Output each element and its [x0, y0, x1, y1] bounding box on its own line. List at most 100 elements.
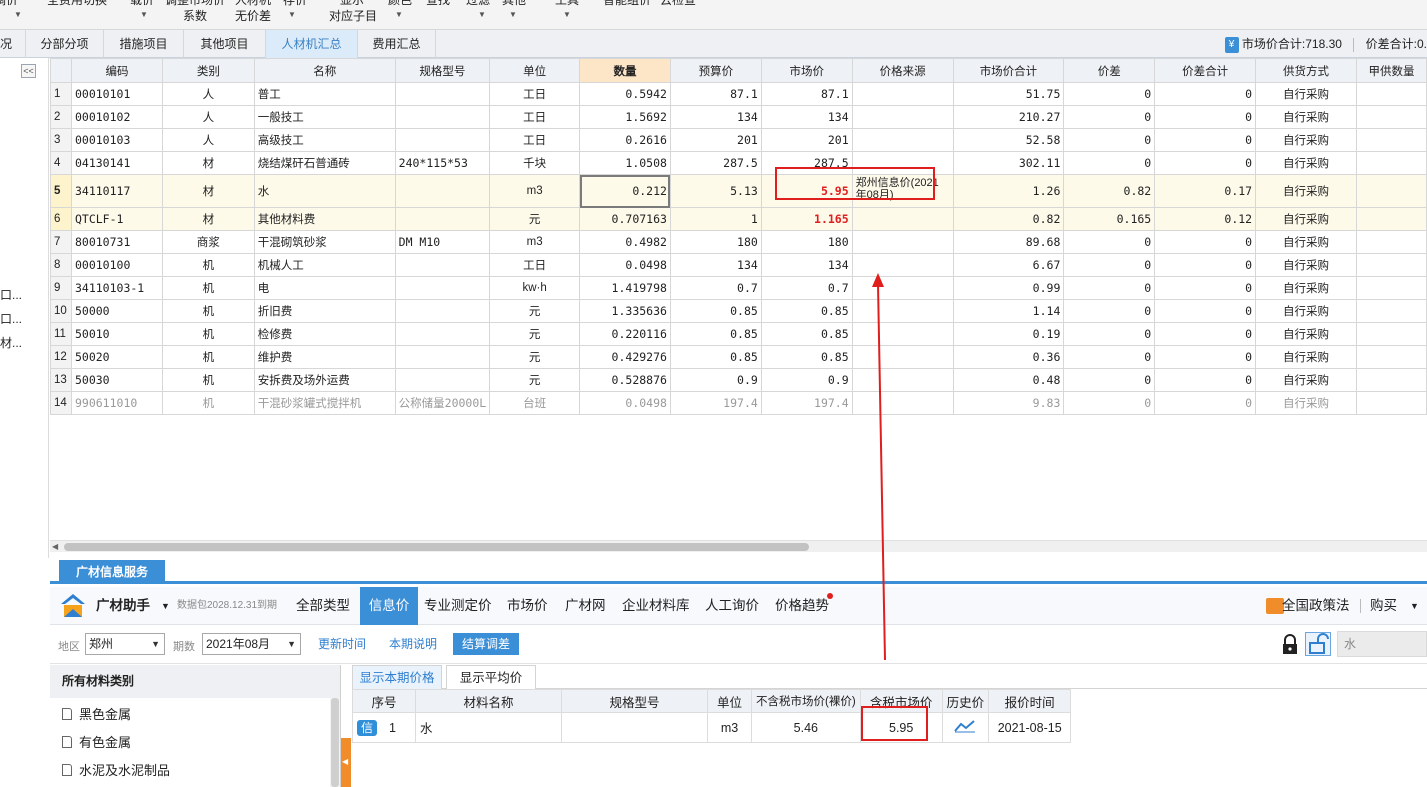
cell-quantity[interactable]: 0.707163 [579, 207, 671, 231]
grid-row[interactable]: 1 00010101 人普工 工日 0.5942 87.1 87.1 51.75 0 0 自行采购 [50, 82, 1427, 106]
grid-row[interactable]: 2 00010102 人一般技工 工日 1.5692 134 134 210.27 0 0 自行采购 [50, 105, 1427, 129]
cell-spec[interactable]: 公称储量20000L [394, 391, 491, 415]
cell-market-total[interactable]: 89.68 [952, 230, 1065, 254]
cell-unit[interactable]: 工日 [489, 128, 581, 152]
grid-row[interactable]: 7 80010731 商浆 干混砌筑砂浆 DM M10 m3 0.4982 180 180 89.… [50, 230, 1427, 254]
cell-budget-price[interactable]: 134 [669, 105, 762, 129]
category-item[interactable]: 黑色金属 [62, 704, 131, 723]
cell-supply-method[interactable]: 自行采购 [1255, 82, 1357, 106]
cell-budget-price[interactable]: 180 [669, 230, 762, 254]
cell-price-diff[interactable]: 0 [1063, 253, 1156, 277]
tb-tools[interactable]: 工具 [555, 0, 579, 8]
buy-button[interactable]: 购买 [1370, 587, 1397, 625]
cell-market-total[interactable]: 210.27 [952, 105, 1065, 129]
cell-supply-method[interactable]: 自行采购 [1255, 253, 1357, 277]
tb-filter[interactable]: 过滤 [466, 0, 490, 8]
cell-unit[interactable]: 元 [489, 368, 581, 392]
tab-overview[interactable]: 况 [0, 30, 26, 58]
chevron-down-icon[interactable]: ▼ [14, 10, 22, 19]
cell-name[interactable]: 折旧费 [253, 299, 396, 323]
cell-diff-total[interactable]: 0 [1154, 82, 1257, 106]
update-time-button[interactable]: 更新时间 [312, 633, 372, 655]
cell-budget-price[interactable]: 0.85 [669, 345, 762, 369]
chevron-down-icon[interactable]: ▼ [395, 10, 403, 19]
cell-name[interactable]: 检修费 [253, 322, 396, 346]
cell-price-diff[interactable]: 0 [1063, 322, 1156, 346]
cell-owner-supply-qty[interactable] [1355, 230, 1427, 254]
cell-name[interactable]: 电 [253, 276, 396, 300]
cell-unit[interactable]: 工日 [489, 82, 581, 106]
cell-budget-price[interactable]: 0.85 [669, 322, 762, 346]
tab-cost-summary[interactable]: 费用汇总 [358, 30, 436, 58]
col-unit[interactable]: 单位 [489, 58, 581, 83]
panel-collapse-handle[interactable]: ◀ [341, 738, 351, 787]
cell-spec[interactable] [394, 128, 491, 152]
cell-owner-supply-qty[interactable] [1355, 253, 1427, 277]
cell-type[interactable]: 材 [161, 174, 255, 208]
cell-code[interactable]: 00010103 [70, 128, 163, 152]
cell-market-price[interactable]: 180 [760, 230, 853, 254]
tb-find[interactable]: 查找 [426, 0, 450, 8]
left-tree-item[interactable]: 材... [0, 334, 22, 351]
cell-quantity[interactable]: 0.528876 [579, 368, 671, 392]
cell-price-diff[interactable]: 0 [1063, 151, 1156, 175]
grid-horizontal-scrollbar[interactable]: ◀ [50, 540, 1427, 552]
cell-type[interactable]: 机 [161, 368, 255, 392]
cell-price-diff[interactable]: 0 [1063, 128, 1156, 152]
cell-price-diff[interactable]: 0 [1063, 276, 1156, 300]
nav-manual-inquiry[interactable]: 人工询价 [705, 587, 759, 625]
cell-spec[interactable] [394, 368, 491, 392]
cell-supply-method[interactable]: 自行采购 [1255, 207, 1357, 231]
cell-unit[interactable]: 台班 [489, 391, 581, 415]
cell-spec[interactable] [394, 105, 491, 129]
info-row[interactable]: 信1 水 m3 5.46 5.95 2021-08-15 [352, 712, 1072, 743]
cell-code[interactable]: 00010102 [70, 105, 163, 129]
tb-other[interactable]: 其他 [502, 0, 526, 8]
cell-budget-price[interactable]: 5.13 [669, 174, 762, 208]
cell-supply-method[interactable]: 自行采购 [1255, 230, 1357, 254]
cell-price-diff[interactable]: 0 [1063, 299, 1156, 323]
cell-market-total[interactable]: 0.48 [952, 368, 1065, 392]
cell-code[interactable]: 00010101 [70, 82, 163, 106]
period-select[interactable]: 2021年08月 ▼ [202, 633, 301, 655]
category-item[interactable]: 有色金属 [62, 732, 131, 751]
cell-diff-total[interactable]: 0.17 [1154, 174, 1257, 208]
nav-gcw[interactable]: 广材网 [565, 587, 606, 625]
chevron-down-icon[interactable]: ▼ [288, 10, 296, 19]
grid-row[interactable]: 6 QTCLF-1 材其他材料费 元 0.707163 1 1.165 0.82 0.165 0.… [50, 207, 1427, 231]
cell-market-total[interactable]: 51.75 [952, 82, 1065, 106]
cell-quantity[interactable]: 0.212 [579, 174, 671, 208]
col-quantity[interactable]: 数量 [579, 58, 671, 83]
cell-market-price[interactable]: 134 [760, 253, 853, 277]
cell-budget-price[interactable]: 287.5 [669, 151, 762, 175]
cell-spec[interactable] [394, 322, 491, 346]
cell-unit[interactable]: 千块 [489, 151, 581, 175]
grid-row[interactable]: 4 04130141 材烧结煤矸石普通砖 240*115*53 千块 1.0508 287.… [50, 151, 1427, 175]
cell-code[interactable]: 50020 [70, 345, 163, 369]
cell-unit[interactable]: 元 [489, 322, 581, 346]
tab-measures[interactable]: 措施项目 [104, 30, 184, 58]
cell-supply-method[interactable]: 自行采购 [1255, 368, 1357, 392]
cell-market-price[interactable]: 197.4 [760, 391, 853, 415]
col-market-total[interactable]: 市场价合计 [952, 58, 1065, 83]
cell-price-diff[interactable]: 0 [1063, 368, 1156, 392]
cell-market-total[interactable]: 1.26 [952, 174, 1065, 208]
cell-type[interactable]: 人 [161, 105, 255, 129]
cell-owner-supply-qty[interactable] [1355, 174, 1427, 208]
tab-average-price[interactable]: 显示平均价 [446, 665, 536, 689]
scroll-left-icon[interactable]: ◀ [52, 541, 58, 553]
cell-market-price[interactable]: 0.85 [760, 345, 853, 369]
cell-owner-supply-qty[interactable] [1355, 345, 1427, 369]
cell-price-source[interactable] [851, 276, 954, 300]
cell-name[interactable]: 普工 [253, 82, 396, 106]
cell-quantity[interactable]: 0.220116 [579, 322, 671, 346]
cell-unit[interactable]: 工日 [489, 253, 581, 277]
settle-adjust-button[interactable]: 结算调差 [453, 633, 519, 655]
col-market-price[interactable]: 市场价 [760, 58, 853, 83]
cell-owner-supply-qty[interactable] [1355, 368, 1427, 392]
cell-market-total[interactable]: 0.36 [952, 345, 1065, 369]
cell-budget-price[interactable]: 87.1 [669, 82, 762, 106]
cell-price-diff[interactable]: 0 [1063, 105, 1156, 129]
category-scrollbar[interactable] [330, 698, 340, 787]
cell-type[interactable]: 机 [161, 299, 255, 323]
